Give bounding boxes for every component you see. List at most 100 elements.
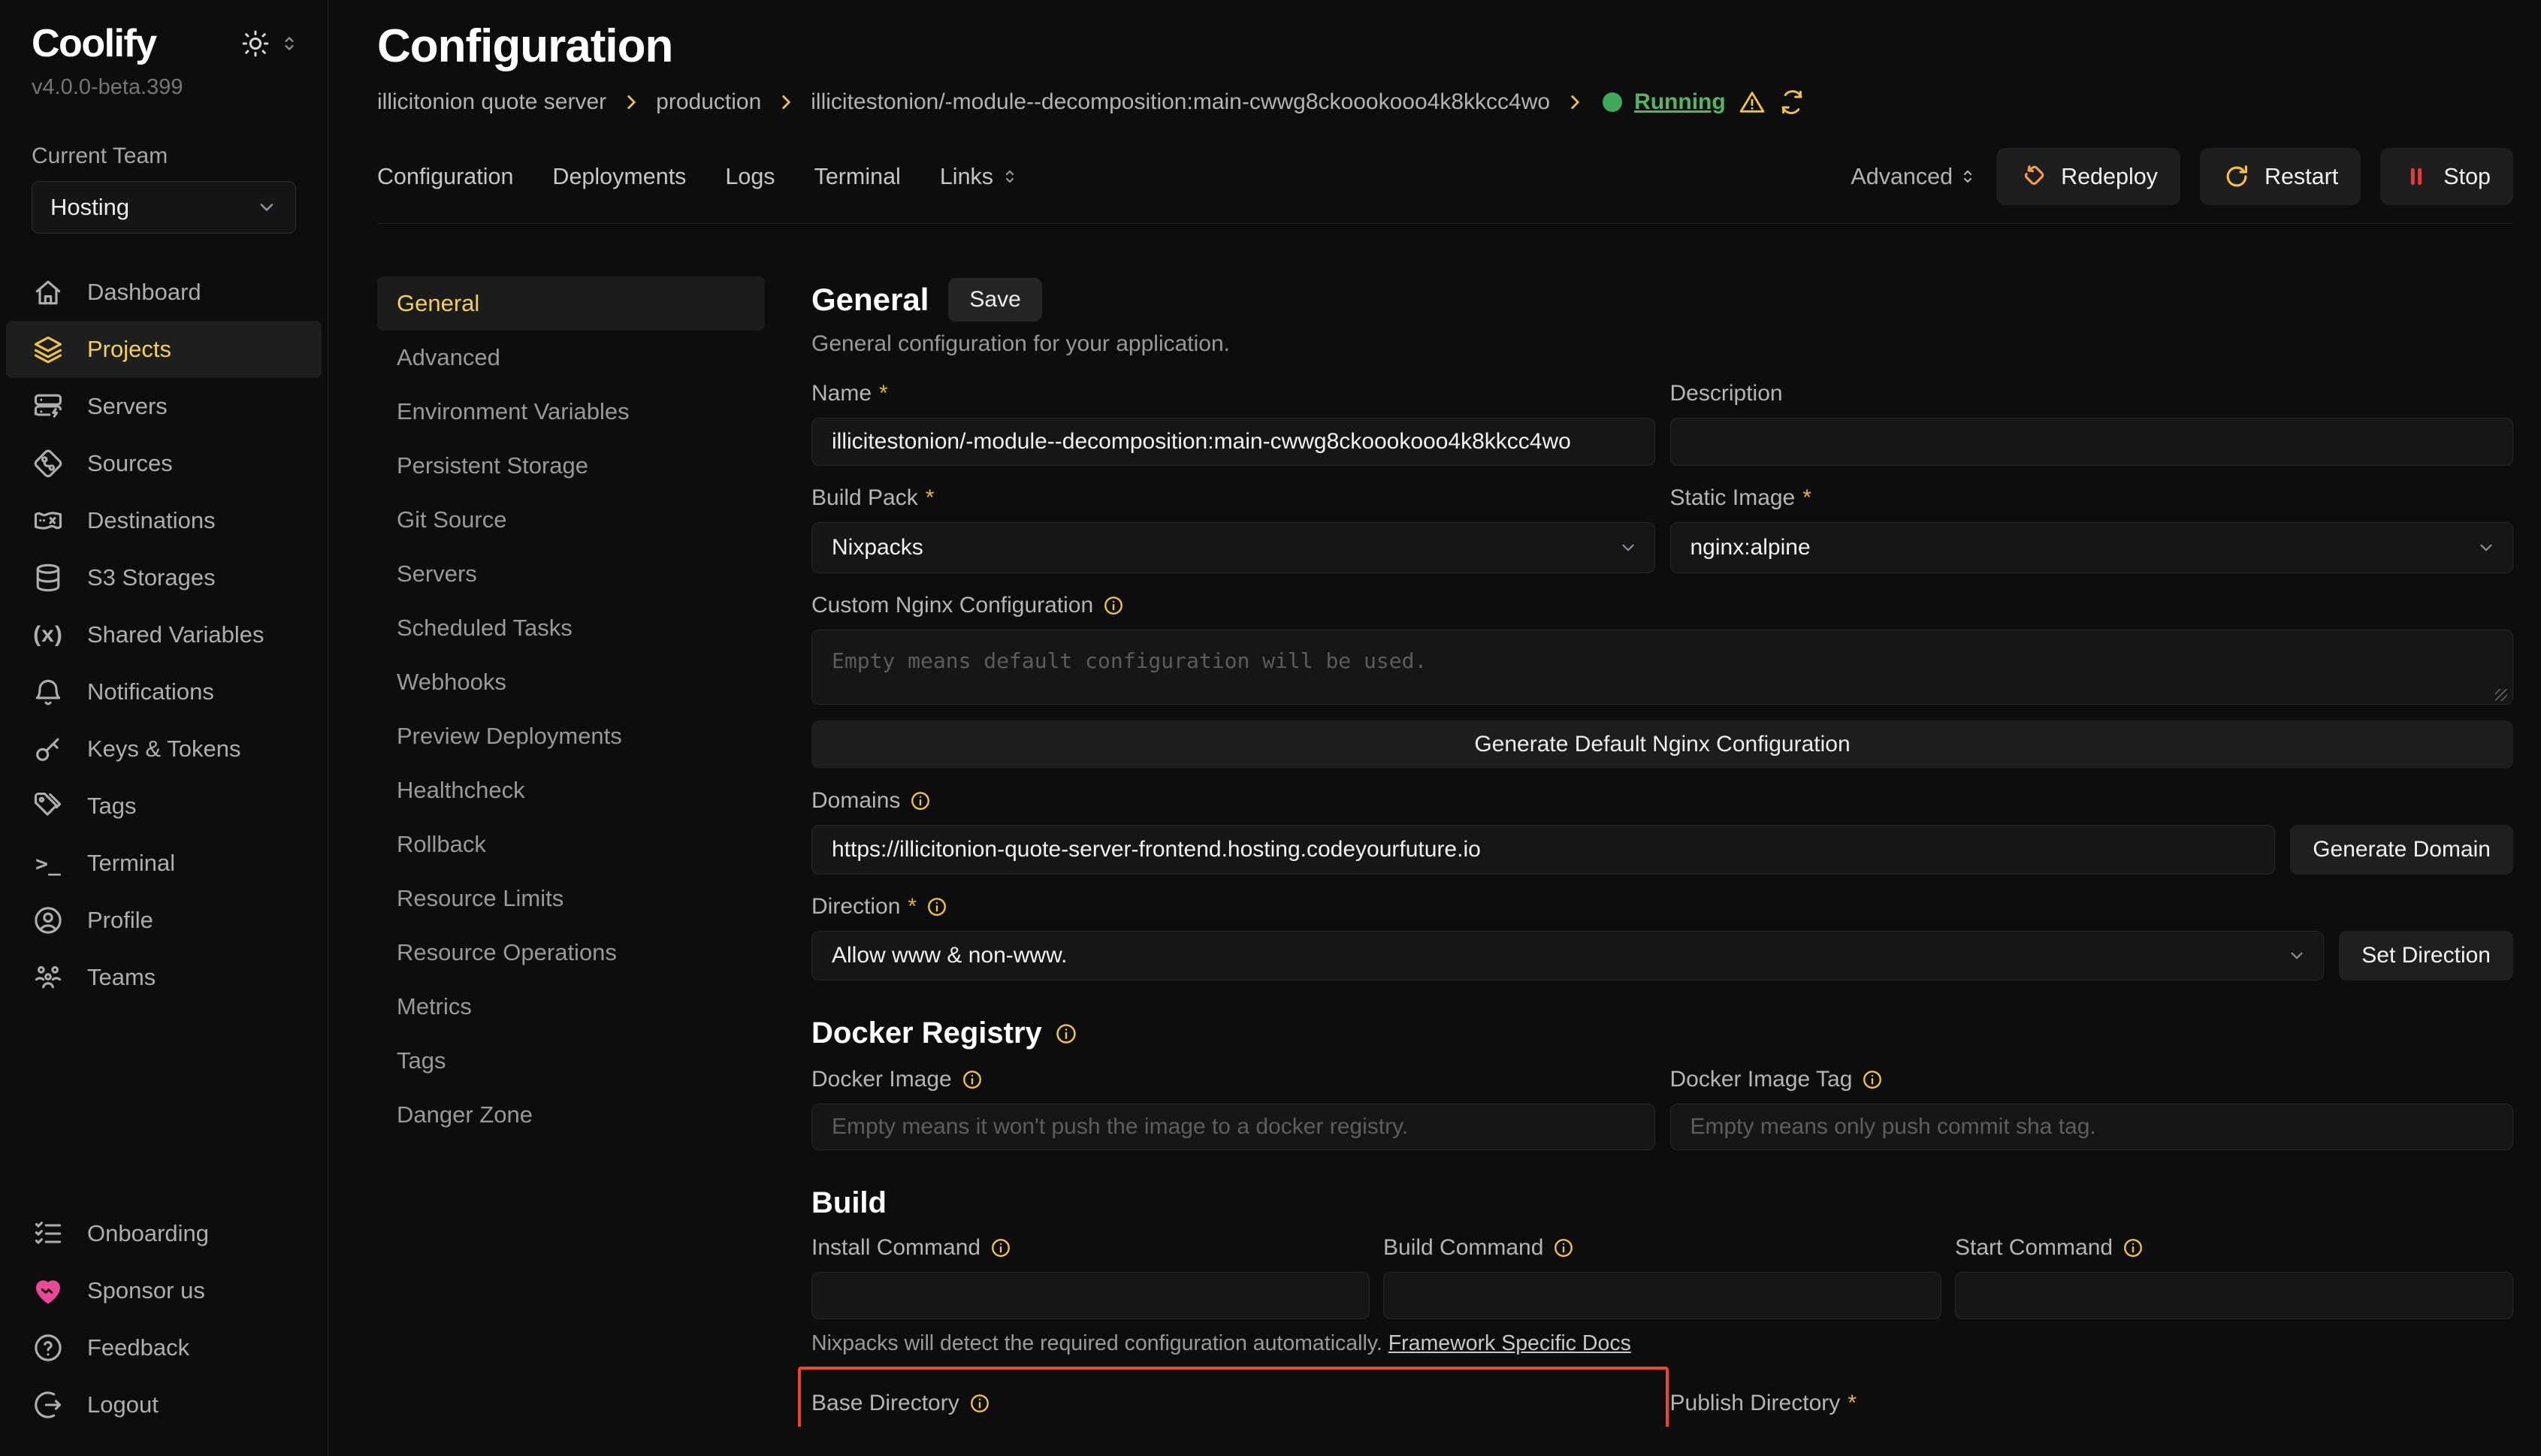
restart-button[interactable]: Restart — [2200, 148, 2361, 205]
info-icon[interactable] — [968, 1392, 991, 1415]
sidebar-item-keys-tokens[interactable]: Keys & Tokens — [6, 720, 322, 778]
info-icon[interactable] — [1861, 1068, 1884, 1091]
redeploy-button[interactable]: Redeploy — [1996, 148, 2180, 205]
breadcrumb-environment[interactable]: production — [656, 89, 761, 115]
sidebar-item-tags[interactable]: Tags — [6, 778, 322, 835]
generate-nginx-button[interactable]: Generate Default Nginx Configuration — [811, 720, 2513, 769]
sidebar-item-shared-variables[interactable]: (x) Shared Variables — [6, 606, 322, 663]
stop-button[interactable]: Stop — [2380, 148, 2513, 205]
theme-sun-icon[interactable] — [240, 29, 270, 59]
tab-configuration[interactable]: Configuration — [377, 164, 513, 190]
start-command-input[interactable] — [1955, 1272, 2513, 1319]
info-icon[interactable] — [1102, 594, 1125, 617]
info-icon[interactable] — [1552, 1237, 1575, 1259]
restart-icon — [2222, 162, 2251, 191]
tab-logs[interactable]: Logs — [725, 164, 775, 190]
sidebar-item-logout[interactable]: Logout — [6, 1376, 322, 1433]
info-icon[interactable] — [909, 790, 932, 812]
build-pack-select[interactable]: Nixpacks — [811, 522, 1655, 573]
framework-docs-link[interactable]: Framework Specific Docs — [1388, 1331, 1631, 1355]
subnav-item-resource-limits[interactable]: Resource Limits — [377, 871, 765, 926]
sidebar-item-sources[interactable]: Sources — [6, 435, 322, 492]
subnav-item-resource-operations[interactable]: Resource Operations — [377, 926, 765, 980]
breadcrumb-application[interactable]: illicitestonion/-module--decomposition:m… — [811, 89, 1550, 115]
sidebar-footer: Onboarding Sponsor us Feedback Logout — [0, 1205, 328, 1433]
subnav-item-servers[interactable]: Servers — [377, 547, 765, 601]
chevron-down-icon — [2287, 946, 2307, 965]
docker-image-tag-input[interactable] — [1670, 1104, 2514, 1150]
breadcrumb-project[interactable]: illicitonion quote server — [377, 89, 606, 115]
info-icon[interactable] — [1054, 1022, 1078, 1046]
updown-icon — [1001, 168, 1019, 186]
subnav-item-healthcheck[interactable]: Healthcheck — [377, 763, 765, 817]
info-icon[interactable] — [990, 1237, 1012, 1259]
subnav-item-advanced[interactable]: Advanced — [377, 331, 765, 385]
install-command-input[interactable] — [811, 1272, 1370, 1319]
sidebar-item-feedback[interactable]: Feedback — [6, 1319, 322, 1376]
tab-deployments[interactable]: Deployments — [552, 164, 686, 190]
subnav-item-danger-zone[interactable]: Danger Zone — [377, 1088, 765, 1142]
save-button[interactable]: Save — [948, 278, 1041, 322]
logout-icon — [32, 1388, 65, 1421]
breadcrumb-separator-icon — [621, 92, 641, 112]
build-command-input[interactable] — [1383, 1272, 1941, 1319]
theme-updown-icon[interactable] — [279, 34, 299, 53]
sidebar-item-teams[interactable]: Teams — [6, 949, 322, 1006]
docker-image-tag-label: Docker Image Tag — [1670, 1067, 2514, 1092]
sidebar-item-terminal[interactable]: >_ Terminal — [6, 835, 322, 892]
warning-icon[interactable] — [1738, 88, 1766, 116]
subnav-item-environment-variables[interactable]: Environment Variables — [377, 385, 765, 439]
publish-directory-label: Publish Directory* — [1670, 1391, 2514, 1416]
generate-domain-button[interactable]: Generate Domain — [2290, 825, 2513, 875]
sidebar-item-dashboard[interactable]: Dashboard — [6, 264, 322, 321]
refresh-icon[interactable] — [1778, 89, 1805, 116]
subnav-item-git-source[interactable]: Git Source — [377, 493, 765, 547]
subnav-item-tags[interactable]: Tags — [377, 1034, 765, 1088]
advanced-dropdown[interactable]: Advanced — [1851, 164, 1977, 190]
bell-icon — [32, 675, 65, 708]
direction-label: Direction* — [811, 894, 2513, 920]
subnav-item-general[interactable]: General — [377, 276, 765, 331]
section-title-build: Build — [811, 1186, 887, 1220]
sidebar-item-profile[interactable]: Profile — [6, 892, 322, 949]
sidebar-item-label: Teams — [87, 964, 156, 991]
tab-links[interactable]: Links — [940, 164, 1019, 190]
info-icon[interactable] — [2122, 1237, 2144, 1259]
subnav-item-preview-deployments[interactable]: Preview Deployments — [377, 709, 765, 763]
tab-terminal[interactable]: Terminal — [814, 164, 901, 190]
breadcrumb-separator-icon — [1565, 92, 1585, 112]
sidebar-item-notifications[interactable]: Notifications — [6, 663, 322, 720]
sidebar-item-s3-storages[interactable]: S3 Storages — [6, 549, 322, 606]
redeploy-label: Redeploy — [2061, 164, 2158, 190]
sidebar-item-projects[interactable]: Projects — [6, 321, 322, 378]
subnav-item-scheduled-tasks[interactable]: Scheduled Tasks — [377, 601, 765, 655]
direction-select[interactable]: Allow www & non-www. — [811, 931, 2324, 980]
sidebar-item-onboarding[interactable]: Onboarding — [6, 1205, 322, 1262]
sidebar-item-sponsor-us[interactable]: Sponsor us — [6, 1262, 322, 1319]
static-image-select[interactable]: nginx:alpine — [1670, 522, 2514, 573]
custom-nginx-textarea[interactable] — [811, 630, 2513, 705]
status-badge[interactable]: Running — [1634, 89, 1726, 115]
resize-handle[interactable] — [2495, 689, 2507, 701]
sidebar-item-servers[interactable]: Servers — [6, 378, 322, 435]
git-icon — [32, 447, 65, 480]
info-icon[interactable] — [926, 896, 948, 918]
map-icon — [32, 504, 65, 537]
redeploy-icon — [2019, 162, 2047, 191]
subnav-item-persistent-storage[interactable]: Persistent Storage — [377, 439, 765, 493]
required-mark: * — [1802, 485, 1811, 511]
set-direction-button[interactable]: Set Direction — [2339, 931, 2513, 980]
subnav-item-metrics[interactable]: Metrics — [377, 980, 765, 1034]
description-input[interactable] — [1670, 418, 2514, 466]
info-icon[interactable] — [961, 1068, 983, 1091]
subnav-item-webhooks[interactable]: Webhooks — [377, 655, 765, 709]
name-input[interactable] — [811, 418, 1655, 466]
build-pack-label: Build Pack* — [811, 485, 1655, 511]
subnav-item-rollback[interactable]: Rollback — [377, 817, 765, 871]
users-icon — [32, 961, 65, 994]
domains-input[interactable] — [811, 825, 2275, 875]
docker-image-input[interactable] — [811, 1104, 1655, 1150]
sidebar-item-destinations[interactable]: Destinations — [6, 492, 322, 549]
team-select[interactable]: Hosting — [32, 181, 296, 234]
sidebar: Coolify v4.0.0-beta.399 Current Team Hos… — [0, 0, 328, 1456]
